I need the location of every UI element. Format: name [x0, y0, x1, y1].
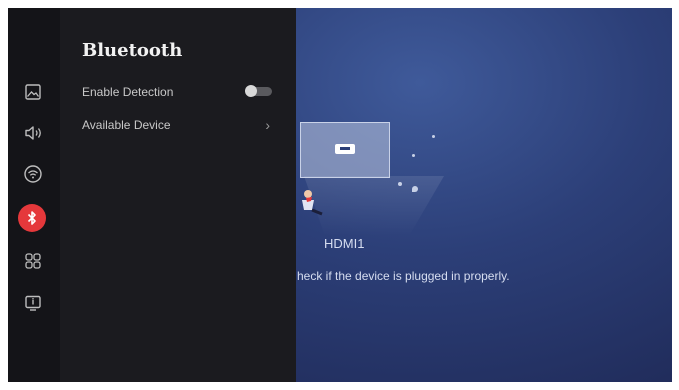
source-name: HDMI1	[324, 236, 365, 251]
tv-screen: HDMI1 heck if the device is plugged in p…	[8, 8, 672, 382]
sparkle-icon	[412, 154, 415, 157]
connection-hint: heck if the device is plugged in properl…	[297, 269, 510, 283]
sidebar-item-system-info[interactable]	[22, 292, 44, 314]
sidebar-item-apps[interactable]	[22, 250, 44, 272]
sidebar-item-bluetooth[interactable]	[18, 204, 46, 232]
sidebar-item-sound[interactable]	[22, 122, 44, 144]
droplet-icon	[412, 186, 418, 192]
available-device-label: Available Device	[82, 118, 171, 132]
bluetooth-icon	[27, 211, 36, 225]
picture-icon	[25, 84, 41, 100]
enable-detection-toggle[interactable]	[245, 85, 272, 97]
enable-detection-label: Enable Detection	[82, 85, 174, 99]
bluetooth-panel: Bluetooth Enable Detection Available Dev…	[60, 8, 296, 382]
apps-icon	[25, 253, 41, 269]
sidebar-item-network[interactable]	[22, 163, 44, 185]
panel-title: Bluetooth	[82, 40, 183, 61]
enable-detection-row[interactable]: Enable Detection	[82, 82, 278, 102]
sidebar	[8, 8, 60, 382]
available-device-row[interactable]: Available Device ›	[82, 115, 278, 135]
droplet-icon	[398, 182, 402, 186]
tv-illustration	[300, 122, 390, 178]
hdmi-port-icon	[335, 144, 355, 154]
sidebar-item-picture[interactable]	[22, 81, 44, 103]
network-icon	[24, 165, 42, 183]
system-info-icon	[25, 295, 41, 311]
toggle-knob	[245, 85, 257, 97]
sound-icon	[25, 126, 41, 140]
chevron-right-icon: ›	[265, 117, 270, 133]
sparkle-icon	[432, 135, 435, 138]
person-illustration-icon	[302, 190, 323, 216]
